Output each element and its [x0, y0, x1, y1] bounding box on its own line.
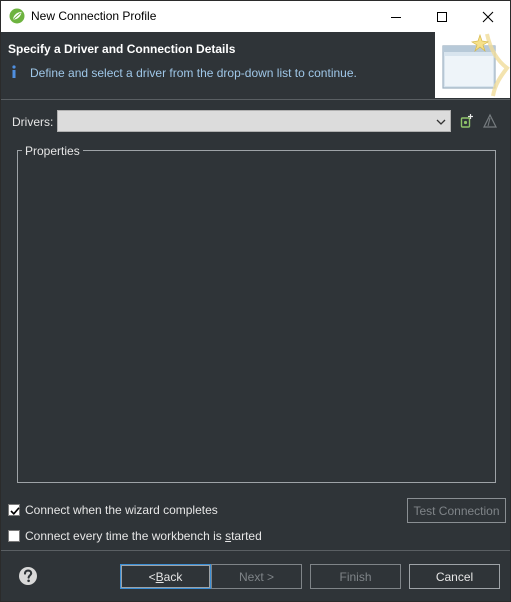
- chevron-down-icon: [436, 116, 446, 126]
- window-title: New Connection Profile: [31, 9, 157, 23]
- edit-driver-icon[interactable]: [483, 113, 497, 129]
- footer-separator: [1, 550, 510, 551]
- back-button[interactable]: < Back: [120, 564, 211, 589]
- maximize-button[interactable]: [419, 1, 465, 32]
- cancel-button[interactable]: Cancel: [409, 564, 500, 589]
- connect-every-time-option[interactable]: Connect every time the workbench is star…: [8, 529, 262, 543]
- connect-every-time-checkbox[interactable]: [8, 530, 20, 542]
- connect-when-completes-option[interactable]: Connect when the wizard completes: [8, 503, 218, 517]
- properties-label: Properties: [22, 144, 83, 158]
- title-bar[interactable]: New Connection Profile: [1, 1, 510, 32]
- connect-when-completes-label: Connect when the wizard completes: [25, 503, 218, 517]
- new-driver-icon[interactable]: [460, 113, 474, 129]
- minimize-icon: [391, 16, 401, 18]
- properties-group: [17, 150, 496, 483]
- maximize-icon: [437, 11, 447, 22]
- wizard-header: Specify a Driver and Connection Details …: [1, 32, 510, 98]
- minimize-button[interactable]: [373, 1, 419, 32]
- next-button[interactable]: Next >: [211, 564, 302, 589]
- drivers-dropdown[interactable]: [57, 110, 451, 132]
- new-connection-profile-dialog: New Connection Profile Specify a Driver …: [0, 0, 511, 602]
- connect-every-time-label: Connect every time the workbench is star…: [25, 529, 262, 543]
- drivers-label: Drivers:: [12, 115, 54, 129]
- header-separator: [1, 99, 510, 100]
- close-button[interactable]: [465, 1, 511, 32]
- close-icon: [482, 11, 494, 22]
- test-connection-button[interactable]: Test Connection: [407, 498, 506, 523]
- page-title: Specify a Driver and Connection Details: [8, 42, 236, 56]
- page-description: Define and select a driver from the drop…: [30, 66, 357, 80]
- info-icon: [9, 65, 19, 79]
- checkmark-icon: [10, 507, 20, 515]
- finish-button[interactable]: Finish: [310, 564, 401, 589]
- spring-leaf-icon: [9, 8, 25, 24]
- connect-when-completes-checkbox[interactable]: [8, 504, 20, 516]
- help-icon[interactable]: [18, 566, 38, 586]
- wizard-banner-icon: [435, 32, 510, 98]
